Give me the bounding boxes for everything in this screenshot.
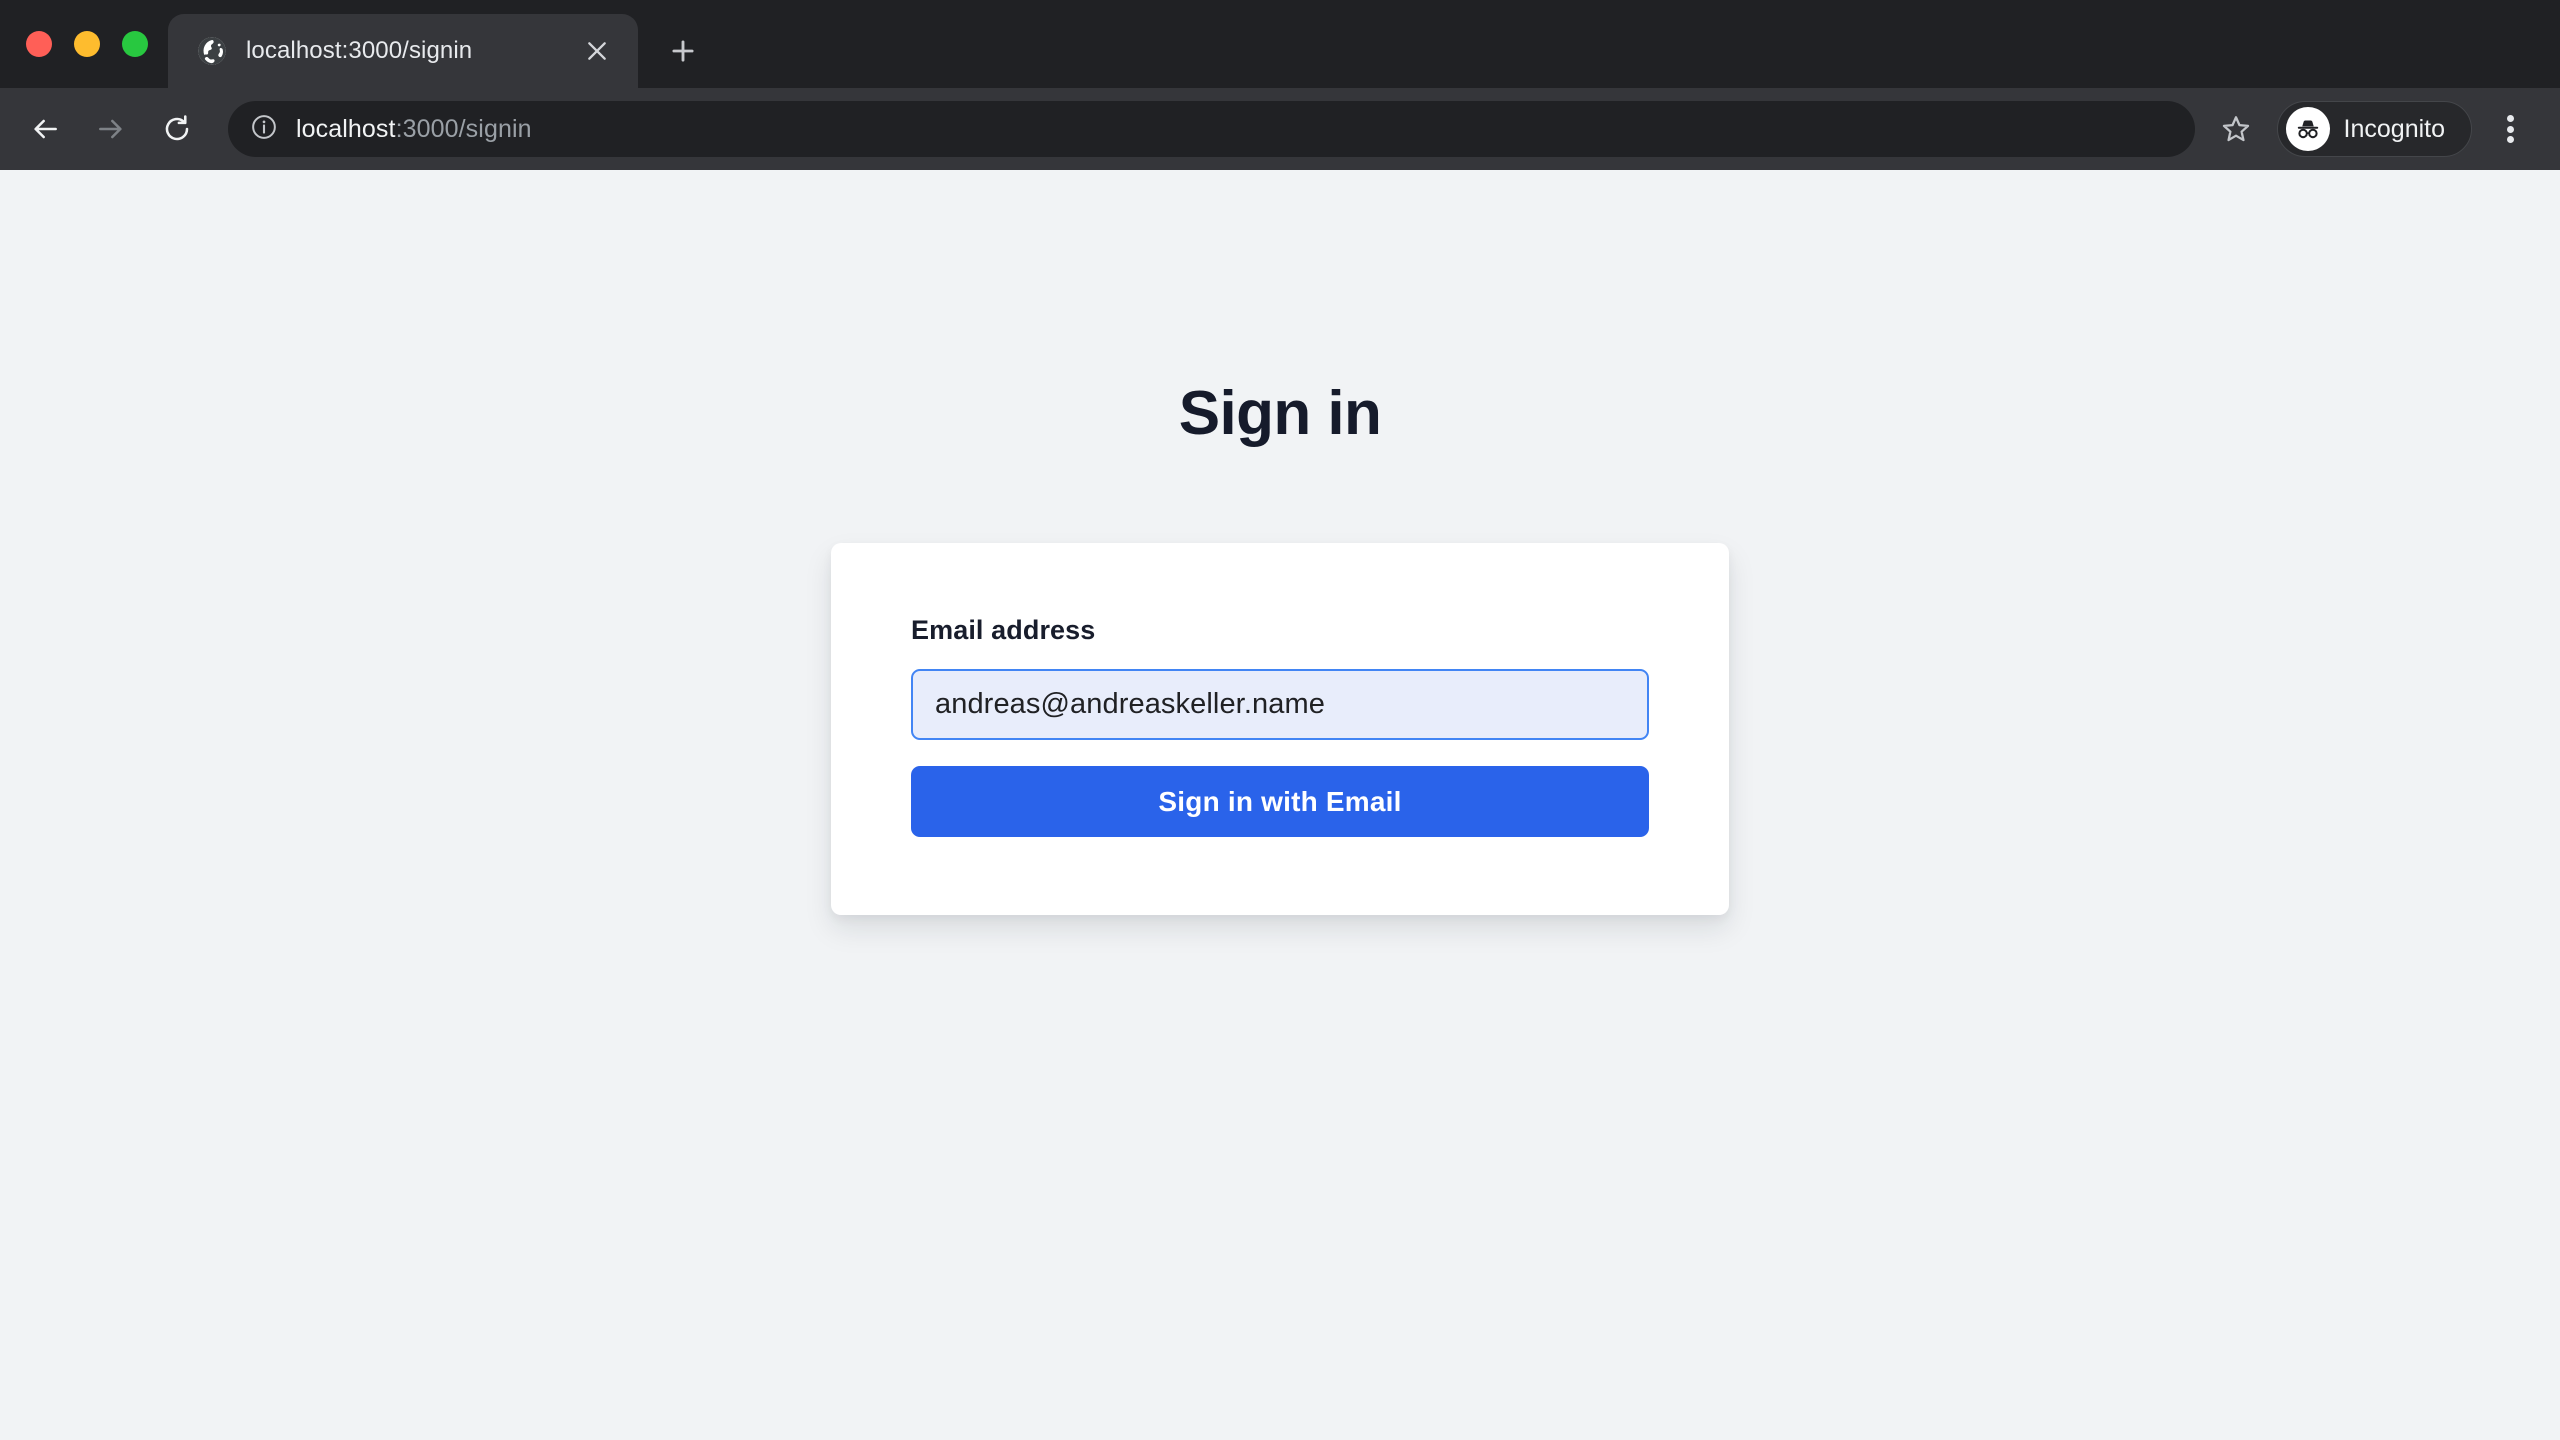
tab-strip: localhost:3000/signin [0,0,2560,88]
address-bar-url: localhost:3000/signin [296,115,532,144]
email-field-label: Email address [911,615,1096,645]
incognito-indicator[interactable]: Incognito [2276,101,2472,157]
page-viewport: Sign in Email address Sign in with Email [0,170,2560,1440]
tab-title: localhost:3000/signin [246,37,473,64]
reload-button[interactable] [146,98,208,160]
address-bar[interactable]: localhost:3000/signin [228,101,2195,157]
incognito-label: Incognito [2343,114,2445,143]
signin-card: Email address Sign in with Email [831,543,1729,915]
maximize-window-button[interactable] [122,31,148,57]
email-input[interactable] [911,669,1649,740]
chrome-menu-icon[interactable] [2482,98,2538,160]
minimize-window-button[interactable] [74,31,100,57]
browser-toolbar: localhost:3000/signin Incognito [0,88,2560,170]
page-title: Sign in [1178,379,1382,448]
new-tab-button[interactable] [652,20,714,82]
back-button[interactable] [14,98,76,160]
browser-window: localhost:3000/signin localhost:3000/sig… [0,0,2560,1440]
close-window-button[interactable] [26,31,52,57]
address-bar-path: :3000/signin [395,114,532,143]
address-bar-host: localhost [296,114,396,143]
globe-icon [196,35,228,67]
forward-button[interactable] [80,98,142,160]
menu-dot [2506,125,2514,133]
close-tab-button[interactable] [576,30,618,72]
menu-dot [2506,115,2514,122]
sign-in-with-email-button[interactable]: Sign in with Email [911,766,1649,837]
menu-dot [2506,136,2514,143]
browser-tab[interactable]: localhost:3000/signin [168,14,638,88]
incognito-hat-glasses-icon [2285,107,2330,151]
bookmark-star-icon[interactable] [2205,98,2267,160]
window-controls [18,0,168,88]
info-circle-icon[interactable] [250,113,278,146]
